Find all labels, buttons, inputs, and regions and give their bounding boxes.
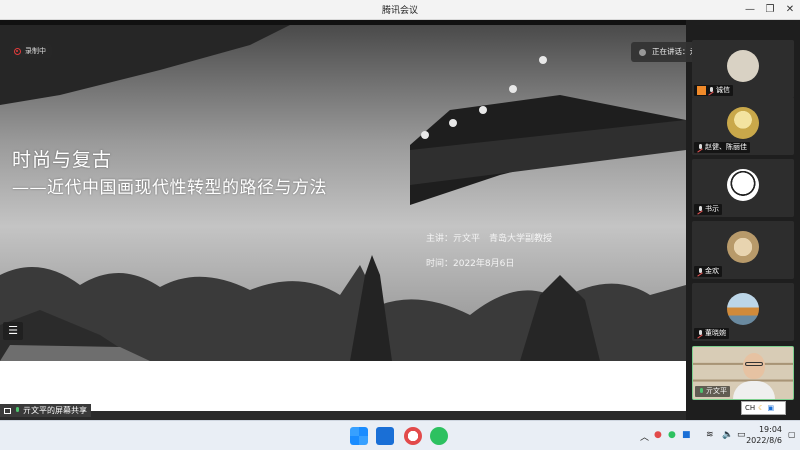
input-method-indicator[interactable]: CH ☾ ▣ (741, 401, 786, 415)
participant-tile[interactable]: 诚信 (692, 40, 794, 98)
moon-icon: ☾ (758, 404, 765, 412)
speaker-icon (639, 48, 646, 56)
slide-time: 时间：2022年8月6日 (426, 259, 515, 269)
participant-name-tag: 赵健、陈丽佳 (694, 142, 750, 153)
slide-footer-area (0, 361, 686, 411)
participant-name: 诚信 (716, 86, 730, 94)
participant-tile[interactable]: 董晓婉 (692, 283, 794, 341)
battery-icon[interactable]: ▭ (737, 430, 746, 440)
participant-name-tag: 亓文平 (695, 386, 730, 397)
avatar (727, 50, 759, 82)
participant-name-tag: 董晓婉 (694, 328, 729, 339)
title-bar: 腾讯会议 — ❐ ✕ (0, 0, 800, 20)
tray-wechat-icon[interactable]: ● (668, 430, 676, 440)
mic-on-icon (14, 406, 20, 415)
record-icon (14, 47, 21, 55)
tray-app-icon[interactable]: ● (654, 430, 662, 440)
chevron-up-icon[interactable]: ︿ (640, 430, 649, 443)
share-status-bar (0, 411, 686, 420)
slide-title: 时尚与复古 (12, 149, 113, 171)
avatar (727, 169, 759, 201)
mic-muted-icon (697, 267, 703, 276)
minimize-icon[interactable]: — (742, 2, 758, 18)
monitor-icon (4, 407, 11, 414)
participant-tile[interactable]: 金欢 (692, 221, 794, 279)
meeting-window: 腾讯会议 — ❐ ✕ 时尚与复古 ——近代中国画现代性转型的路径与方法 主讲：亓… (0, 0, 800, 420)
participant-name: 金欢 (705, 267, 719, 275)
participant-name: 书示 (705, 205, 719, 213)
clock-date: 2022/8/6 (746, 436, 782, 445)
participant-tile[interactable]: 书示 (692, 159, 794, 217)
tray-meeting-icon[interactable]: ■ (682, 430, 691, 440)
participant-name: 赵健、陈丽佳 (705, 143, 747, 151)
avatar-orange-icon (697, 86, 706, 95)
mic-muted-icon (697, 329, 703, 338)
screen-share-text: 亓文平的屏幕共享 (23, 406, 87, 415)
taskbar: ︿ ● ● ■ ≋ 🔈 ▭ 19:04 2022/8/6 ▢ (0, 420, 800, 450)
windows-start-icon[interactable] (350, 427, 368, 445)
avatar (727, 293, 759, 325)
ime-label: CH (745, 404, 756, 412)
avatar (727, 231, 759, 263)
slide-subtitle: ——近代中国画现代性转型的路径与方法 (12, 178, 327, 198)
participant-name: 亓文平 (706, 387, 727, 395)
lock-icon: ▣ (767, 404, 775, 412)
close-icon[interactable]: ✕ (782, 2, 798, 18)
mic-muted-icon (697, 143, 703, 152)
mic-on-icon (698, 387, 704, 396)
meeting-app-icon[interactable] (376, 427, 394, 445)
clock-time: 19:04 (758, 425, 782, 434)
maximize-icon[interactable]: ❐ (762, 2, 778, 18)
mic-muted-icon (697, 205, 703, 214)
participant-name: 董晓婉 (705, 329, 726, 337)
participant-video-tile[interactable]: 亓文平 (692, 346, 794, 400)
participant-name-tag: 书示 (694, 204, 722, 215)
window-title: 腾讯会议 (381, 6, 418, 16)
participant-tile[interactable]: 赵健、陈丽佳 (692, 97, 794, 155)
participant-name-tag: 金欢 (694, 266, 722, 277)
participant-name-tag: 诚信 (694, 85, 733, 96)
taskbar-clock[interactable]: 19:04 2022/8/6 (746, 424, 782, 446)
recording-label: 录制中 (25, 47, 46, 55)
wechat-icon[interactable] (430, 427, 448, 445)
notification-icon[interactable]: ▢ (788, 430, 796, 439)
volume-icon[interactable]: 🔈 (722, 430, 733, 440)
menu-icon[interactable]: ☰ (3, 322, 23, 340)
slide-speaker: 主讲：亓文平 青岛大学副教授 (426, 234, 553, 244)
screen-share-label: 亓文平的屏幕共享 (0, 404, 91, 417)
video-glasses (745, 362, 763, 366)
chat-app-icon[interactable] (404, 427, 422, 445)
shared-slide: 时尚与复古 ——近代中国画现代性转型的路径与方法 主讲：亓文平 青岛大学副教授 … (0, 25, 686, 361)
mic-muted-icon (708, 86, 714, 95)
wifi-icon[interactable]: ≋ (706, 430, 714, 440)
avatar (727, 107, 759, 139)
recording-indicator[interactable]: 录制中 (10, 44, 52, 58)
video-person (743, 353, 765, 379)
